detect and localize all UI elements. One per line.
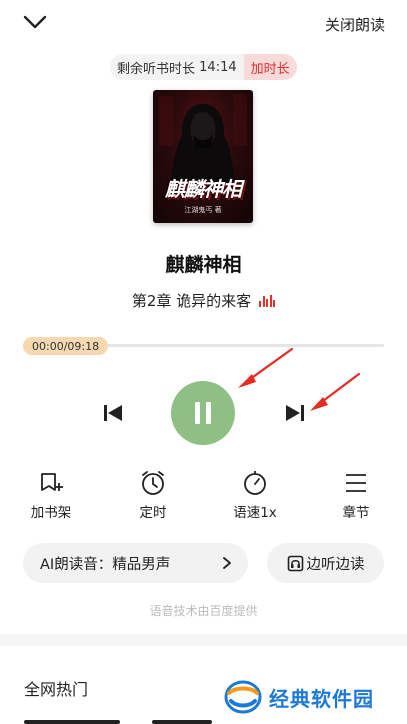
add-bookshelf-icon xyxy=(41,473,63,491)
cover-title: 麒麟神相 xyxy=(165,177,242,201)
add-bookshelf-label: 加书架 xyxy=(30,505,72,521)
next-chapter-button[interactable] xyxy=(283,401,307,425)
pause-button[interactable] xyxy=(171,381,235,445)
speed-button[interactable]: 语速1x xyxy=(215,470,295,521)
hot-tab-indicator xyxy=(24,720,120,724)
speed-gauge-icon xyxy=(244,471,266,495)
watermark-logo-icon xyxy=(224,680,262,714)
chevron-right-icon xyxy=(223,557,231,569)
chapters-label: 章节 xyxy=(342,505,370,521)
skip-previous-icon xyxy=(104,405,122,421)
ai-voice-label: AI朗读音：精品男声 xyxy=(40,556,171,573)
watermark-text: 经典软件园 xyxy=(269,686,374,711)
add-time-button[interactable]: 加时长 xyxy=(243,54,297,80)
previous-chapter-button[interactable] xyxy=(101,401,125,425)
annotation-arrow-pause xyxy=(238,347,294,388)
cover-art xyxy=(159,94,247,190)
hot-section-heading: 全网热门 xyxy=(24,680,89,699)
close-reading-button[interactable]: 关闭朗读 xyxy=(325,14,385,35)
skip-next-icon xyxy=(286,405,304,421)
annotation-arrow-next xyxy=(310,372,361,411)
remaining-time-value: 14:14 xyxy=(199,59,237,75)
remaining-time-badge: 剩余听书时长 14:14 加时长 xyxy=(110,54,297,80)
remaining-time-label: 剩余听书时长 xyxy=(117,61,196,77)
chapter-title: 第2章 诡异的来客 xyxy=(131,292,252,310)
pause-icon xyxy=(195,402,200,424)
menu-list-icon xyxy=(346,474,366,492)
chapter-row: 第2章 诡异的来客 xyxy=(0,290,407,311)
progress-time-handle[interactable]: 00:00/09:18 xyxy=(23,337,109,355)
book-cover: 麒麟神相 江湖鬼丐 著 xyxy=(153,90,253,223)
hot-tab-indicator-2 xyxy=(152,720,212,724)
sleep-timer-button[interactable]: 定时 xyxy=(113,470,193,521)
listen-read-label: 边听边读 xyxy=(306,556,365,573)
chapters-button[interactable]: 章节 xyxy=(316,470,396,521)
remaining-time-text: 剩余听书时长 14:14 xyxy=(110,54,244,80)
add-to-bookshelf-button[interactable]: 加书架 xyxy=(11,470,91,521)
cover-author: 江湖鬼丐 著 xyxy=(184,206,222,214)
speed-label: 语速1x xyxy=(233,505,277,521)
timer-label: 定时 xyxy=(139,505,167,521)
audio-wave-icon xyxy=(259,294,276,307)
action-row: 加书架 定时 语速1x 章节 xyxy=(0,470,407,530)
section-divider xyxy=(0,634,407,646)
ai-voice-selector[interactable]: AI朗读音：精品男声 xyxy=(23,543,248,583)
provider-note: 语音技术由百度提供 xyxy=(149,604,258,618)
headphone-book-icon xyxy=(287,555,303,571)
listen-while-reading-button[interactable]: 边听边读 xyxy=(267,543,384,583)
collapse-chevron-icon[interactable] xyxy=(22,12,48,34)
watermark: 经典软件园 xyxy=(223,677,407,717)
alarm-clock-icon xyxy=(142,471,164,495)
book-title: 麒麟神相 xyxy=(165,254,242,276)
